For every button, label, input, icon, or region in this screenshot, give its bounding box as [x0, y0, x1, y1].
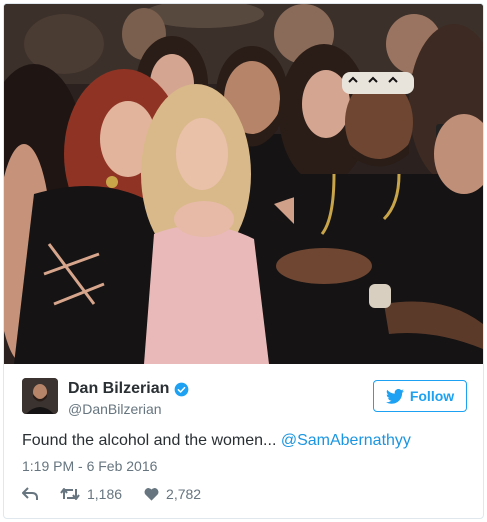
- reply-action[interactable]: [22, 487, 38, 501]
- user-handle[interactable]: @DanBilzerian: [68, 401, 189, 417]
- twitter-bird-icon: [385, 388, 404, 404]
- tweet-body: Found the alcohol and the women...: [22, 432, 281, 449]
- tweet-header: Dan Bilzerian @DanBilzerian Follow: [22, 378, 467, 422]
- follow-button[interactable]: Follow: [373, 380, 467, 412]
- retweet-count: 1,186: [87, 486, 123, 502]
- user-info: Dan Bilzerian @DanBilzerian: [68, 380, 189, 417]
- retweet-icon: [60, 488, 80, 500]
- like-action[interactable]: 2,782: [144, 486, 201, 502]
- tweet-text: Found the alcohol and the women... @SamA…: [22, 432, 411, 450]
- tweet-timestamp[interactable]: 1:19 PM - 6 Feb 2016: [22, 458, 157, 474]
- avatar-image: [22, 378, 58, 414]
- tweet-card: Dan Bilzerian @DanBilzerian Follow Found…: [3, 3, 484, 519]
- avatar[interactable]: [22, 378, 58, 414]
- like-count: 2,782: [166, 486, 202, 502]
- tweet-actions: 1,186 2,782: [22, 484, 223, 504]
- verified-badge-icon: [174, 382, 189, 396]
- tweet-photo[interactable]: [4, 4, 483, 364]
- reply-icon: [22, 487, 38, 500]
- display-name[interactable]: Dan Bilzerian: [68, 380, 169, 398]
- heart-icon: [144, 488, 159, 501]
- retweet-action[interactable]: 1,186: [60, 486, 122, 502]
- mention-link[interactable]: @SamAbernathyy: [281, 432, 411, 449]
- group-photo-illustration: [4, 4, 483, 364]
- follow-label: Follow: [409, 388, 455, 404]
